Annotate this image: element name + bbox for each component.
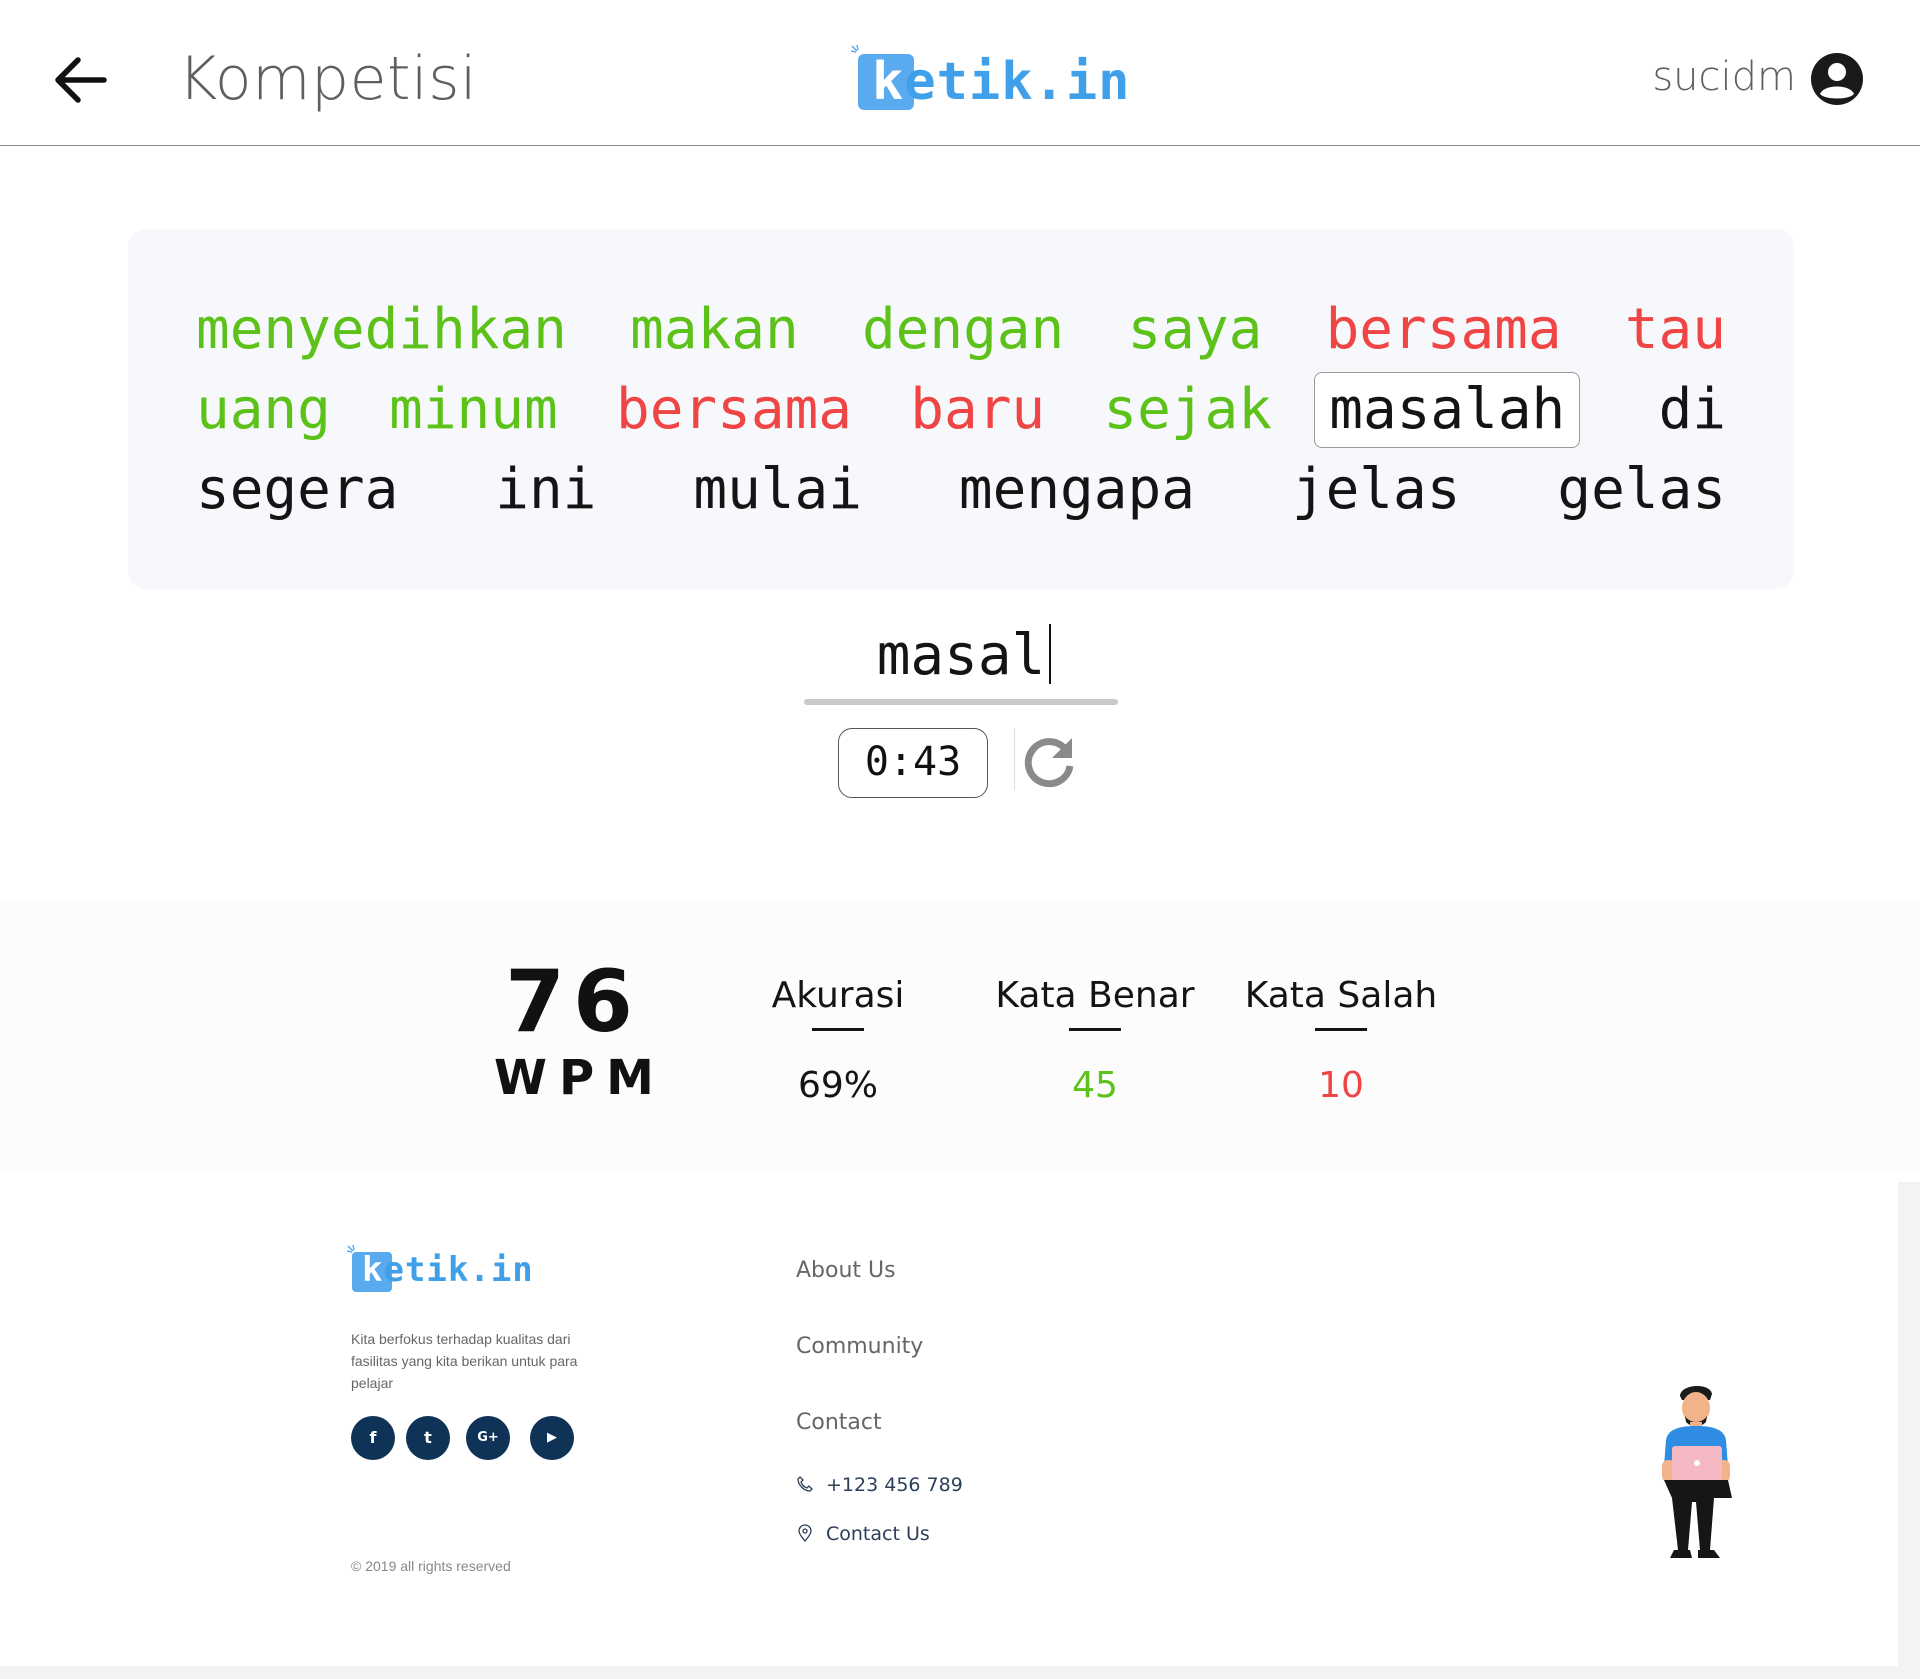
username[interactable]: sucidm: [1652, 54, 1796, 100]
word-correct: saya: [1127, 297, 1263, 362]
stat-rule: [1069, 1028, 1121, 1031]
word-correct: sejak: [1103, 377, 1272, 442]
footer-phone[interactable]: +123 456 789: [796, 1474, 963, 1496]
stat-label-wrong: Kata Salah: [1244, 975, 1438, 1016]
footer-link-contact[interactable]: Contact: [796, 1410, 882, 1435]
text-caret: [1049, 624, 1051, 684]
logo-text: ketik.in: [872, 52, 1130, 112]
stat-rule: [1315, 1028, 1367, 1031]
youtube-icon[interactable]: ▶: [530, 1416, 574, 1460]
phone-number: +123 456 789: [826, 1474, 963, 1496]
stat-label-correct: Kata Benar: [995, 975, 1195, 1016]
brand-logo[interactable]: ketik.in: [850, 44, 1129, 120]
timer: 0:43: [838, 728, 988, 798]
stat-value-wrong: 10: [1318, 1065, 1364, 1106]
location-pin-icon: [798, 1524, 812, 1542]
reload-icon: [1024, 738, 1074, 788]
facebook-icon[interactable]: f: [351, 1416, 395, 1460]
word-correct: dengan: [861, 297, 1065, 362]
logo-first-letter: k: [872, 52, 905, 112]
footer-description: Kita berfokus terhadap kualitas dari fas…: [351, 1331, 578, 1391]
page-edge: [0, 1666, 1920, 1679]
top-bar: Kompetisi ketik.in sucidm: [0, 0, 1920, 146]
account-button[interactable]: [1810, 52, 1864, 106]
word-pending: ini: [495, 457, 597, 522]
footer-contact-us[interactable]: Contact Us: [796, 1523, 930, 1545]
person-with-laptop-illustration: [1662, 1385, 1732, 1558]
logo-rest: etik.in: [383, 1250, 534, 1290]
page-title: Kompetisi: [178, 44, 478, 114]
stats-section: [0, 900, 1920, 1170]
google-plus-icon[interactable]: G+: [466, 1416, 510, 1460]
wpm-value: 76: [505, 952, 641, 1052]
restart-button[interactable]: [1018, 730, 1082, 794]
typing-input[interactable]: [804, 615, 1118, 695]
logo-text: ketik.in: [362, 1250, 534, 1290]
word-wrong: baru: [910, 377, 1046, 442]
contact-us-label: Contact Us: [826, 1523, 930, 1545]
word-correct: uang: [196, 377, 331, 442]
footer-link-about[interactable]: About Us: [796, 1258, 896, 1283]
word-wrong: bersama: [615, 377, 852, 442]
account-circle-icon: [1811, 53, 1863, 105]
word-wrong: bersama: [1325, 297, 1562, 362]
word-pending: di: [1658, 377, 1726, 442]
word-correct: minum: [389, 377, 558, 442]
stat-correct-words: Kata Benar 45: [990, 975, 1200, 1106]
stat-value-correct: 45: [1072, 1065, 1118, 1106]
word-pending: gelas: [1557, 457, 1726, 522]
footer: [0, 1170, 1898, 1666]
logo-rest: etik.in: [904, 52, 1131, 112]
stat-label-accuracy: Akurasi: [771, 975, 905, 1016]
word-correct: menyedihkan: [196, 297, 567, 362]
footer-logo[interactable]: ketik.in: [346, 1244, 533, 1296]
word-pending: mulai: [693, 457, 862, 522]
divider: [1014, 728, 1015, 790]
word-pending: mengapa: [958, 457, 1195, 522]
stat-accuracy: Akurasi 69%: [758, 975, 918, 1106]
back-button[interactable]: [48, 48, 112, 112]
input-underline: [804, 699, 1118, 705]
page-edge: [1898, 1182, 1920, 1679]
stat-rule: [812, 1028, 864, 1031]
copyright: © 2019 all rights reserved: [351, 1558, 511, 1574]
wpm-label: WPM: [494, 1050, 666, 1106]
word-correct: makan: [630, 297, 799, 362]
twitter-icon[interactable]: t: [406, 1416, 450, 1460]
current-word: masalah: [1314, 372, 1581, 448]
arrow-left-icon: [55, 57, 107, 103]
footer-link-community[interactable]: Community: [796, 1334, 923, 1359]
phone-icon: [797, 1476, 813, 1492]
word-pending: segera: [196, 457, 399, 522]
stat-value-accuracy: 69%: [797, 1065, 878, 1106]
word-wrong: tau: [1624, 297, 1726, 362]
logo-first-letter: k: [362, 1250, 384, 1290]
word-pending: jelas: [1291, 457, 1461, 522]
stat-wrong-words: Kata Salah 10: [1236, 975, 1446, 1106]
